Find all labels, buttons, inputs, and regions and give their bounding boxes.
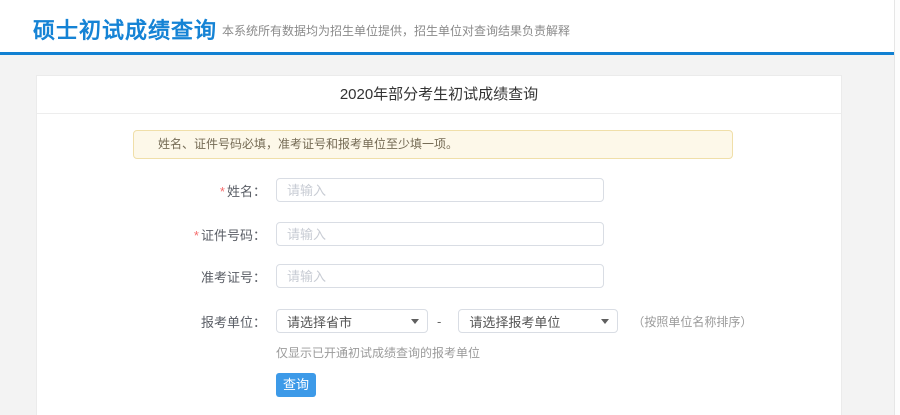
query-button[interactable]: 查询 xyxy=(276,373,316,397)
form-row-unit: 报考单位： 请选择省市 - 请选择报考单位 （按照单位名称排序） xyxy=(37,309,841,333)
unit-label: 报考单位： xyxy=(37,312,266,331)
header: 硕士初试成绩查询 本系统所有数据均为招生单位提供，招生单位对查询结果负责解释 xyxy=(0,0,894,52)
required-asterisk: * xyxy=(220,184,225,199)
sort-order-note: （按照单位名称排序） xyxy=(632,313,752,330)
admission-ticket-input[interactable] xyxy=(276,264,604,288)
province-select[interactable]: 请选择省市 xyxy=(276,309,428,333)
certificate-label: *证件号码： xyxy=(37,225,266,244)
name-label: *姓名： xyxy=(37,181,266,200)
select-separator: - xyxy=(437,314,441,329)
chevron-down-icon xyxy=(601,319,609,324)
page-title: 硕士初试成绩查询 xyxy=(33,13,217,45)
name-input[interactable] xyxy=(276,178,604,202)
panel-title: 2020年部分考生初试成绩查询 xyxy=(340,86,538,103)
unit-select[interactable]: 请选择报考单位 xyxy=(458,309,618,333)
alert-notice: 姓名、证件号码必填，准考证号和报考单位至少填一项。 xyxy=(133,130,733,159)
form-row-certificate: *证件号码： xyxy=(37,222,841,246)
chevron-down-icon xyxy=(411,319,419,324)
form-hint: 仅显示已开通初试成绩查询的报考单位 xyxy=(276,344,480,361)
required-asterisk: * xyxy=(194,228,199,243)
panel-header: 2020年部分考生初试成绩查询 xyxy=(37,76,841,114)
query-panel: 2020年部分考生初试成绩查询 姓名、证件号码必填，准考证号和报考单位至少填一项… xyxy=(36,75,842,415)
unit-select-value: 请选择报考单位 xyxy=(469,312,595,331)
scrollbar-track[interactable] xyxy=(894,0,900,415)
form-row-name: *姓名： xyxy=(37,178,841,202)
alert-text: 姓名、证件号码必填，准考证号和报考单位至少填一项。 xyxy=(158,137,458,151)
province-select-value: 请选择省市 xyxy=(287,312,405,331)
ticket-label: 准考证号： xyxy=(37,267,266,286)
page: 硕士初试成绩查询 本系统所有数据均为招生单位提供，招生单位对查询结果负责解释 2… xyxy=(0,0,900,415)
form-row-ticket: 准考证号： xyxy=(37,264,841,288)
page-subtitle: 本系统所有数据均为招生单位提供，招生单位对查询结果负责解释 xyxy=(222,22,570,39)
certificate-number-input[interactable] xyxy=(276,222,604,246)
